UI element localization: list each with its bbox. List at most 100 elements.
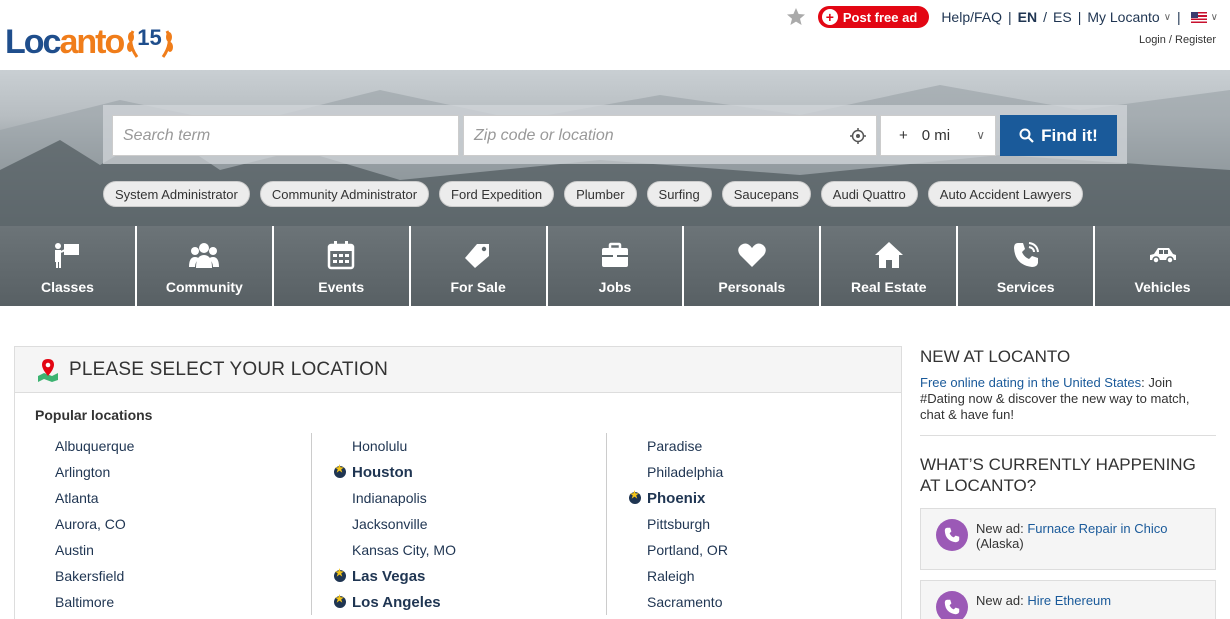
- category-label: Events: [318, 279, 365, 295]
- category-classes[interactable]: Classes: [0, 226, 137, 306]
- locate-me-icon[interactable]: [850, 128, 866, 144]
- my-locanto-menu[interactable]: My Locanto: [1087, 9, 1159, 25]
- location-link-featured[interactable]: Los Angeles: [334, 589, 456, 615]
- search-chip[interactable]: Plumber: [564, 181, 637, 207]
- location-link[interactable]: Arlington: [55, 459, 134, 485]
- sidebar-divider: [920, 435, 1216, 436]
- category-services[interactable]: Services: [958, 226, 1096, 306]
- category-events[interactable]: Events: [273, 226, 411, 306]
- popular-locations-heading: Popular locations: [35, 407, 153, 423]
- category-label: Real Estate: [851, 279, 927, 295]
- location-name: Baltimore: [55, 594, 115, 610]
- top-nav: + Post free ad Help/FAQ | EN / ES | My L…: [786, 6, 1218, 28]
- category-personals[interactable]: Personals: [684, 226, 822, 306]
- location-link[interactable]: Honolulu: [352, 433, 456, 459]
- location-link[interactable]: Albuquerque: [55, 433, 134, 459]
- lang-en-link[interactable]: EN: [1018, 9, 1037, 25]
- location-panel-title: PLEASE SELECT YOUR LOCATION: [69, 358, 389, 380]
- search-icon: [1019, 128, 1034, 143]
- featured-star-icon: [334, 568, 346, 582]
- featured-star-icon: [334, 594, 346, 608]
- chevron-down-icon[interactable]: ∨: [1211, 12, 1218, 23]
- category-for-sale[interactable]: For Sale: [410, 226, 548, 306]
- location-link[interactable]: Atlanta: [55, 485, 134, 511]
- activity-prefix: New ad:: [976, 593, 1028, 608]
- search-chip[interactable]: Auto Accident Lawyers: [927, 181, 1084, 207]
- location-link[interactable]: Bakersfield: [55, 563, 134, 589]
- map-pin-icon: [38, 358, 58, 382]
- chevron-down-icon[interactable]: ∨: [1164, 12, 1171, 23]
- location-name: Pittsburgh: [647, 516, 711, 532]
- location-name: Paradise: [647, 438, 703, 454]
- search-term-input[interactable]: Search term: [112, 115, 459, 156]
- radius-select[interactable]: + 0 mi ∨: [880, 115, 996, 156]
- location-link[interactable]: Paradise: [647, 433, 728, 459]
- location-name: Portland, OR: [647, 542, 728, 558]
- find-it-button[interactable]: Find it!: [1000, 115, 1117, 156]
- location-column-3: Paradise Philadelphia Phoenix Pittsburgh…: [606, 433, 728, 615]
- location-panel: PLEASE SELECT YOUR LOCATION Popular loca…: [14, 346, 902, 619]
- popular-search-chips: System Administrator Community Administr…: [103, 181, 1093, 207]
- help-faq-link[interactable]: Help/FAQ: [941, 9, 1002, 25]
- category-label: Services: [996, 279, 1055, 295]
- radius-value: 0 mi: [921, 127, 951, 144]
- location-link-featured[interactable]: Phoenix: [629, 485, 728, 511]
- activity-ad-link[interactable]: Furnace Repair in Chico: [1027, 521, 1167, 536]
- happening-heading: WHAT’S CURRENTLY HAPPENING AT LOCANTO?: [920, 454, 1216, 496]
- location-link[interactable]: Raleigh: [647, 563, 728, 589]
- location-link[interactable]: Portland, OR: [647, 537, 728, 563]
- house-icon: [874, 242, 903, 268]
- location-name: Sacramento: [647, 594, 723, 610]
- search-chip[interactable]: Community Administrator: [259, 181, 430, 207]
- post-free-ad-button[interactable]: + Post free ad: [817, 6, 930, 28]
- search-chip[interactable]: Surfing: [646, 181, 712, 207]
- category-jobs[interactable]: Jobs: [547, 226, 685, 306]
- separator: |: [1077, 9, 1082, 25]
- favorites-star-icon[interactable]: [786, 7, 806, 27]
- activity-card: New ad: Hire Ethereum: [920, 580, 1216, 619]
- category-label: Vehicles: [1134, 279, 1191, 295]
- location-link-featured[interactable]: Houston: [334, 459, 456, 485]
- search-chip[interactable]: Audi Quattro: [820, 181, 918, 207]
- sidebar: NEW AT LOCANTO Free online dating in the…: [920, 346, 1216, 619]
- activity-prefix: New ad:: [976, 521, 1028, 536]
- separator: |: [1177, 9, 1181, 25]
- activity-card: New ad: Furnace Repair in Chico (Alaska): [920, 508, 1216, 570]
- location-name: Arlington: [55, 464, 111, 480]
- category-bar: Classes Community Events For Sale Jobs P…: [0, 226, 1230, 306]
- location-link[interactable]: Aurora, CO: [55, 511, 134, 537]
- search-chip[interactable]: System Administrator: [103, 181, 250, 207]
- free-dating-link[interactable]: Free online dating in the United States: [920, 375, 1141, 390]
- location-link[interactable]: Philadelphia: [647, 459, 728, 485]
- chevron-down-icon: ∨: [976, 128, 985, 142]
- location-link[interactable]: Baltimore: [55, 589, 134, 615]
- location-link[interactable]: Jacksonville: [352, 511, 456, 537]
- activity-text: New ad: Hire Ethereum: [976, 591, 1111, 608]
- category-vehicles[interactable]: Vehicles: [1095, 226, 1230, 306]
- location-column-2: Honolulu Houston Indianapolis Jacksonvil…: [311, 433, 456, 615]
- location-link[interactable]: Austin: [55, 537, 134, 563]
- category-community[interactable]: Community: [136, 226, 274, 306]
- search-chip[interactable]: Ford Expedition: [439, 181, 555, 207]
- location-link-featured[interactable]: Las Vegas: [334, 563, 456, 589]
- location-input[interactable]: Zip code or location: [463, 115, 877, 156]
- lang-es-link[interactable]: ES: [1053, 9, 1072, 25]
- search-chip[interactable]: Saucepans: [721, 181, 811, 207]
- activity-ad-link[interactable]: Hire Ethereum: [1027, 593, 1111, 608]
- featured-star-icon: [629, 490, 641, 504]
- locanto-logo[interactable]: Locanto 15: [5, 22, 175, 62]
- location-link[interactable]: Sacramento: [647, 589, 728, 615]
- location-link[interactable]: Pittsburgh: [647, 511, 728, 537]
- category-real-estate[interactable]: Real Estate: [821, 226, 959, 306]
- location-name: Kansas City, MO: [352, 542, 456, 558]
- search-term-placeholder: Search term: [123, 126, 211, 144]
- logo-wordmark: Locanto: [5, 22, 125, 62]
- location-name: Albuquerque: [55, 438, 135, 454]
- location-link[interactable]: Indianapolis: [352, 485, 456, 511]
- us-flag-icon[interactable]: [1190, 11, 1207, 23]
- separator: |: [1008, 9, 1012, 25]
- location-name: Bakersfield: [55, 568, 125, 584]
- phone-icon: [936, 591, 968, 619]
- login-register-link[interactable]: Login / Register: [1139, 34, 1216, 46]
- location-link[interactable]: Kansas City, MO: [352, 537, 456, 563]
